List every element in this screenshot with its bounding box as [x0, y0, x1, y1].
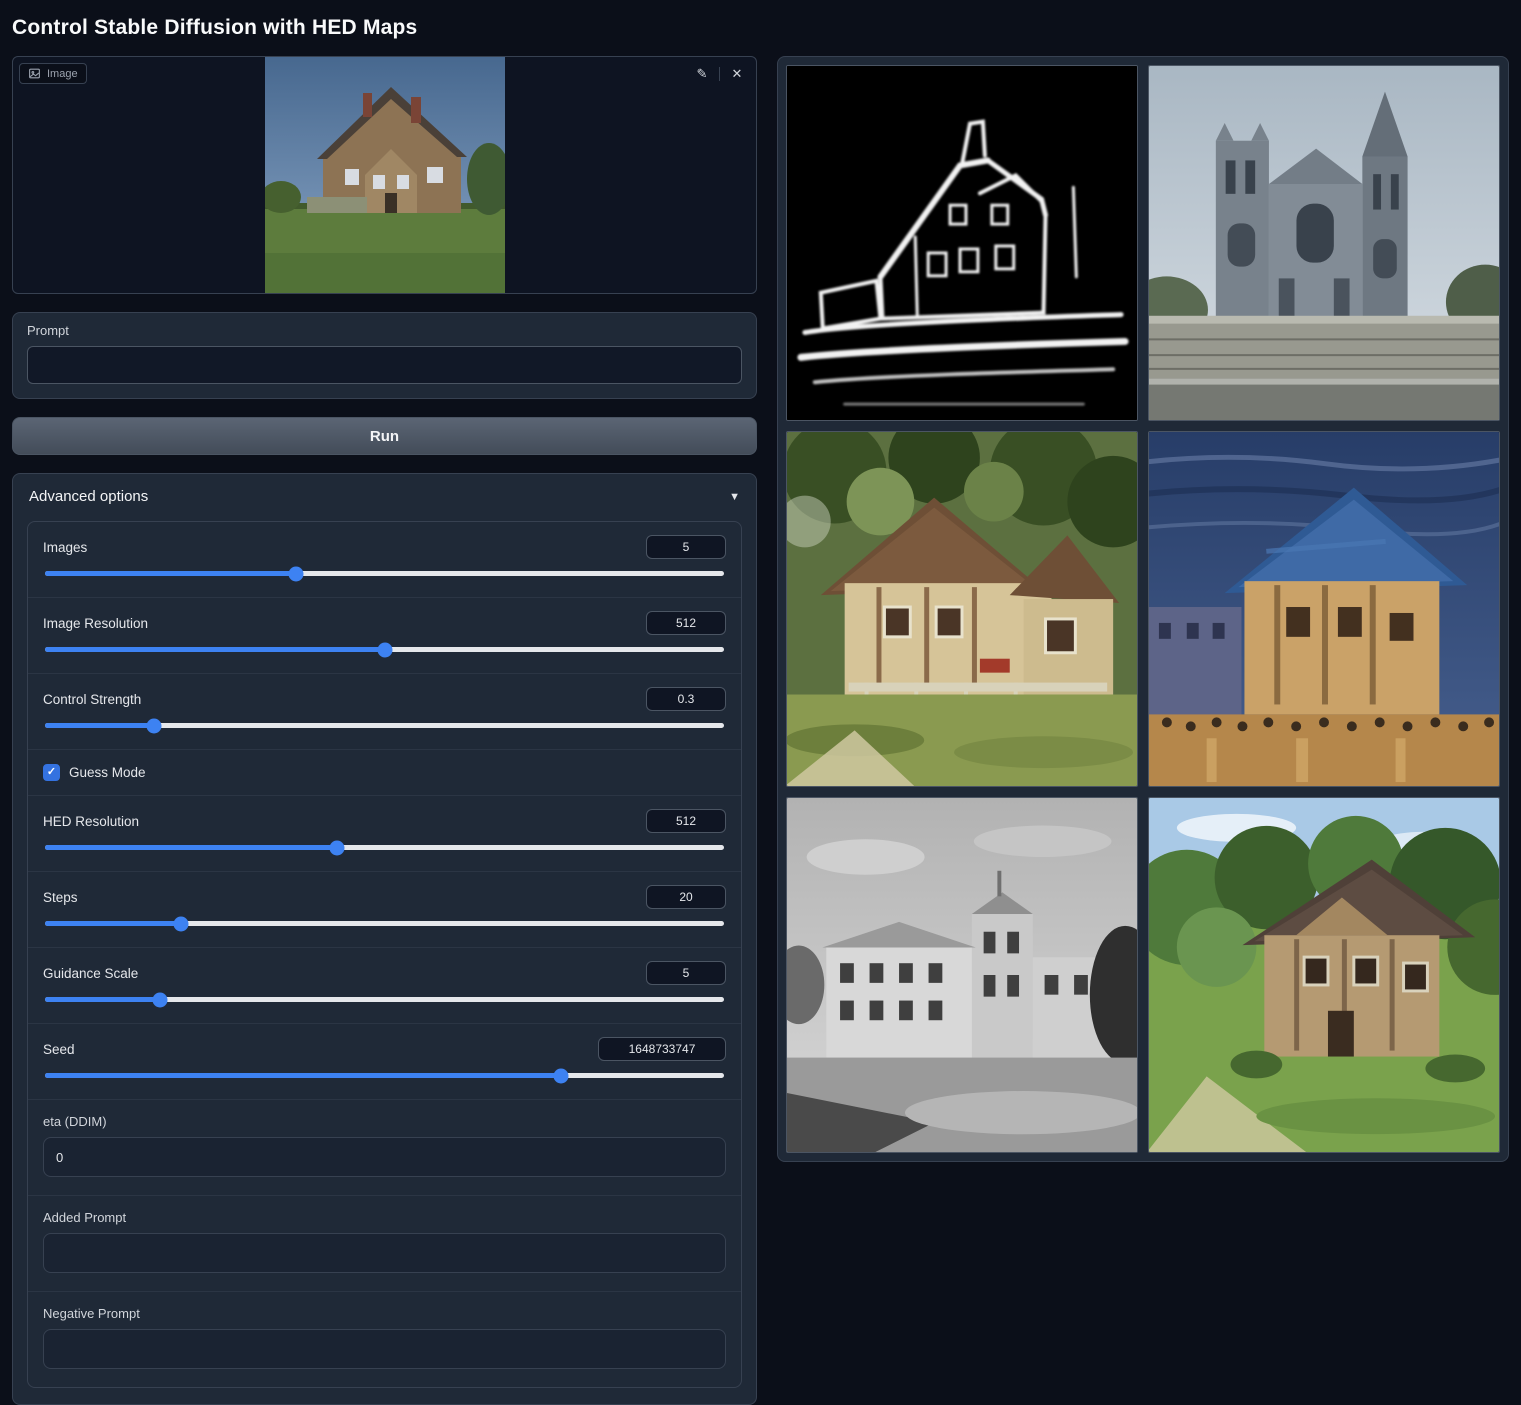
grayscale-building-graphic	[787, 798, 1137, 1152]
eta-label: eta (DDIM)	[43, 1114, 726, 1129]
prompt-input[interactable]	[27, 346, 742, 384]
guidance-scale-value-input[interactable]: 5	[646, 961, 726, 985]
actions-divider	[719, 67, 720, 81]
advanced-options-title: Advanced options	[29, 488, 148, 505]
image-icon	[28, 67, 41, 80]
cathedral-graphic	[1149, 66, 1499, 420]
steps-slider-row: Steps 20	[28, 872, 741, 948]
control-strength-slider-row: Control Strength 0.3	[28, 674, 741, 750]
gallery-grid	[786, 65, 1500, 1153]
negative-prompt-input[interactable]	[43, 1329, 726, 1369]
guidance-scale-slider-row: Guidance Scale 5	[28, 948, 741, 1024]
prompt-label: Prompt	[27, 323, 742, 338]
image-resolution-value-input[interactable]: 512	[646, 611, 726, 635]
gallery-item-grayscale[interactable]	[786, 797, 1138, 1153]
images-slider-row: Images 5	[28, 522, 741, 598]
image-actions: ✎ ✕	[691, 63, 748, 85]
guidance-scale-label: Guidance Scale	[43, 966, 138, 981]
control-strength-slider[interactable]	[45, 723, 724, 728]
image-upload[interactable]: Image ✎ ✕	[12, 56, 757, 294]
negative-prompt-row: Negative Prompt	[28, 1292, 741, 1387]
seed-label: Seed	[43, 1042, 75, 1057]
hed-resolution-value-input[interactable]: 512	[646, 809, 726, 833]
steps-slider[interactable]	[45, 921, 724, 926]
steps-value-input[interactable]: 20	[646, 885, 726, 909]
clear-image-button[interactable]: ✕	[726, 63, 748, 85]
guess-mode-checkbox-row[interactable]: Guess Mode	[28, 750, 741, 796]
image-resolution-slider-row: Image Resolution 512	[28, 598, 741, 674]
house-trees-graphic	[1149, 798, 1499, 1152]
hed-resolution-label: HED Resolution	[43, 814, 139, 829]
guess-mode-checkbox[interactable]	[43, 764, 60, 781]
guess-mode-label: Guess Mode	[69, 765, 146, 780]
uploaded-house-photo-graphic	[265, 57, 505, 293]
cottage-graphic	[787, 432, 1137, 786]
chevron-down-icon: ▼	[729, 491, 740, 503]
output-gallery	[777, 56, 1509, 1162]
seed-value-input[interactable]: 1648733747	[598, 1037, 726, 1061]
image-resolution-slider[interactable]	[45, 647, 724, 652]
added-prompt-input[interactable]	[43, 1233, 726, 1273]
hed-resolution-slider[interactable]	[45, 845, 724, 850]
seed-slider[interactable]	[45, 1073, 724, 1078]
hed-resolution-slider-row: HED Resolution 512	[28, 796, 741, 872]
control-strength-value-input[interactable]: 0.3	[646, 687, 726, 711]
eta-row: eta (DDIM)	[28, 1100, 741, 1196]
hed-map-graphic	[787, 66, 1137, 420]
edit-image-button[interactable]: ✎	[691, 63, 713, 85]
page-title: Control Stable Diffusion with HED Maps	[12, 16, 1509, 40]
gallery-item-cottage[interactable]	[786, 431, 1138, 787]
advanced-options-accordion[interactable]: Advanced options ▼	[13, 474, 756, 519]
painterly-graphic	[1149, 432, 1499, 786]
run-button[interactable]: Run	[12, 417, 757, 455]
left-column: Image ✎ ✕	[12, 56, 757, 1405]
seed-slider-row: Seed 1648733747	[28, 1024, 741, 1100]
eta-input[interactable]	[43, 1137, 726, 1177]
image-label-chip: Image	[19, 63, 87, 84]
main-layout: Image ✎ ✕	[0, 56, 1521, 1405]
gallery-item-hed-map[interactable]	[786, 65, 1138, 421]
image-label: Image	[47, 68, 78, 80]
added-prompt-row: Added Prompt	[28, 1196, 741, 1292]
uploaded-image[interactable]	[13, 57, 756, 293]
advanced-options-panel: Advanced options ▼ Images 5 Image Resolu…	[12, 473, 757, 1405]
images-slider[interactable]	[45, 571, 724, 576]
added-prompt-label: Added Prompt	[43, 1210, 726, 1225]
negative-prompt-label: Negative Prompt	[43, 1306, 726, 1321]
gallery-item-house-trees[interactable]	[1148, 797, 1500, 1153]
control-strength-label: Control Strength	[43, 692, 141, 707]
images-label: Images	[43, 540, 87, 555]
gallery-item-painterly[interactable]	[1148, 431, 1500, 787]
gallery-item-cathedral[interactable]	[1148, 65, 1500, 421]
images-value-input[interactable]: 5	[646, 535, 726, 559]
guidance-scale-slider[interactable]	[45, 997, 724, 1002]
image-resolution-label: Image Resolution	[43, 616, 148, 631]
app-header: Control Stable Diffusion with HED Maps	[0, 0, 1521, 56]
advanced-controls-group: Images 5 Image Resolution 512	[27, 521, 742, 1388]
steps-label: Steps	[43, 890, 78, 905]
right-column	[777, 56, 1509, 1162]
prompt-block: Prompt	[12, 312, 757, 399]
